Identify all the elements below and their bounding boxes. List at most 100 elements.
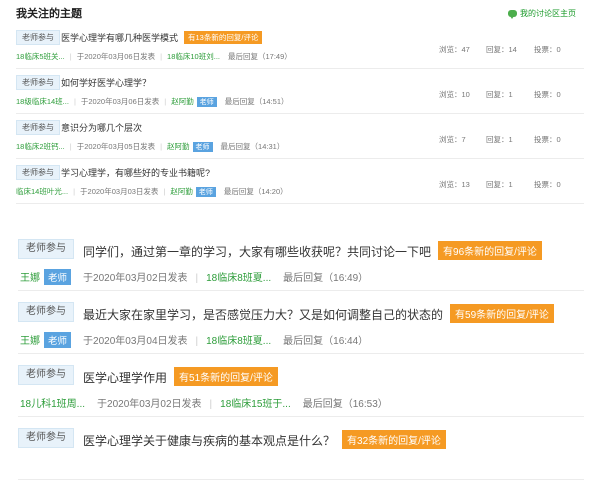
topic-title-line: 医学心理学有哪几种医学模式 有13条新的回复/评论 — [61, 31, 263, 44]
votes-label: 投票： — [534, 135, 557, 144]
views-count: 浏览：10 — [439, 89, 486, 100]
votes-count: 投票：0 — [534, 179, 561, 190]
last-reply-time: 最后回复（16:44） — [283, 336, 369, 347]
replies-value: 1 — [508, 180, 513, 189]
post-date: 于2020年03月03日发表 — [80, 187, 159, 196]
votes-label: 投票： — [534, 45, 557, 54]
topic-title-link[interactable]: 医学心理学有哪几种医学模式 — [61, 33, 178, 43]
topic-meta: 18级临床14班... | 于2020年03月06日发表 | 赵阿勤 老师 最后回复（14:… — [16, 96, 289, 107]
last-replier-link[interactable]: 18临床10班刘... — [167, 52, 220, 61]
topic-title-link[interactable]: 意识分为哪几个层次 — [61, 123, 142, 133]
topic-title-link[interactable]: 医学心理学作用 — [83, 371, 167, 385]
post-date: 于2020年03月05日发表 — [76, 142, 156, 151]
author-link[interactable]: 18临床5班关... — [16, 52, 65, 61]
last-replier-link[interactable]: 18临床15班于... — [220, 399, 291, 410]
post-date: 于2020年03月04日发表 — [83, 336, 188, 347]
separator: | — [69, 52, 72, 61]
last-replier-link[interactable]: 赵阿勤 — [170, 187, 193, 196]
views-count: 浏览：13 — [439, 179, 486, 190]
new-replies-badge[interactable]: 有13条新的回复/评论 — [184, 31, 263, 44]
topic-title-link[interactable]: 同学们，通过第一章的学习，大家有哪些收获呢？共同讨论一下吧 — [83, 245, 431, 259]
teacher-badge: 老师 — [195, 187, 216, 197]
topic-row: 老师参与 最近大家在家里学习，是否感觉压力大？又是如何调整自己的状态的 有59条新的… — [18, 291, 584, 354]
followed-topic-list: 老师参与 医学心理学有哪几种医学模式 有13条新的回复/评论 18临床5班关... | 于… — [16, 24, 584, 204]
views-count: 浏览：7 — [439, 134, 486, 145]
separator: | — [195, 273, 199, 284]
teacher-badge: 老师 — [196, 97, 217, 107]
topic-title-link[interactable]: 最近大家在家里学习，是否感觉压力大？又是如何调整自己的状态的 — [83, 308, 443, 322]
new-replies-badge[interactable]: 有51条新的回复/评论 — [174, 367, 278, 386]
topic-row: 老师参与 医学心理学作用 有51条新的回复/评论 18儿科1班周... 于2020年03… — [18, 354, 584, 417]
topic-row: 老师参与 如何学好医学心理学？ 18级临床14班... | 于2020年03月06日发表… — [16, 69, 584, 114]
topic-title-line: 最近大家在家里学习，是否感觉压力大？又是如何调整自己的状态的 有59条新的回复/评… — [83, 304, 554, 323]
views-value: 10 — [461, 90, 470, 99]
replies-label: 回复： — [486, 90, 509, 99]
my-discussion-home-link[interactable]: 我的讨论区主页 — [508, 8, 576, 19]
last-replier-link[interactable]: 赵阿勤 — [167, 142, 190, 151]
views-label: 浏览： — [439, 90, 462, 99]
topic-title-link[interactable]: 学习心理学，有哪些好的专业书籍呢? — [61, 168, 210, 178]
separator: | — [163, 187, 166, 196]
views-value: 13 — [461, 180, 470, 189]
topic-meta: 18儿科1班周... 于2020年03月02日发表 | 18临床15班于... 最后回复… — [20, 395, 388, 410]
author-link[interactable]: 王娜 — [20, 336, 40, 347]
author-link[interactable]: 临床14班叶光... — [16, 187, 68, 196]
topic-title-link[interactable]: 医学心理学关于健康与疾病的基本观点是什么？ — [83, 434, 335, 448]
post-date: 于2020年03月02日发表 — [83, 273, 188, 284]
topic-meta: 王娜 老师 于2020年03月04日发表 | 18临床8班夏... 最后回复（16:44） — [20, 332, 368, 348]
teacher-participated-tag: 老师参与 — [18, 239, 74, 259]
chat-bubble-icon — [508, 10, 517, 19]
topic-meta: 18临床2班钙... | 于2020年03月05日发表 | 赵阿勤 老师 最后回复（14:3… — [16, 141, 284, 152]
author-link[interactable]: 王娜 — [20, 273, 40, 284]
teacher-participated-tag: 老师参与 — [18, 428, 74, 448]
votes-count: 投票：0 — [534, 44, 561, 55]
topic-stats: 浏览：13 回复：1 投票：0 — [439, 179, 561, 190]
topic-meta: 临床14班叶光... | 于2020年03月03日发表 | 赵阿勤 老师 最后回复（14:2… — [16, 186, 288, 197]
votes-value: 0 — [556, 45, 561, 54]
post-date: 于2020年03月02日发表 — [97, 399, 202, 410]
topic-meta: 王娜 老师 于2020年03月02日发表 | 18临床8班夏... 最后回复（16:49） — [20, 269, 368, 285]
last-replier-link[interactable]: 18临床8班夏... — [206, 336, 271, 347]
topic-list: 老师参与 同学们，通过第一章的学习，大家有哪些收获呢？共同讨论一下吧 有96条新的回… — [18, 228, 584, 480]
author-link[interactable]: 18儿科1班周... — [20, 399, 85, 410]
separator: | — [69, 142, 72, 151]
votes-count: 投票：0 — [534, 89, 561, 100]
views-label: 浏览： — [439, 180, 462, 189]
votes-value: 0 — [556, 90, 561, 99]
last-reply-time: 最后回复（16:53） — [302, 399, 388, 410]
topic-row: 老师参与 意识分为哪几个层次 18临床2班钙... | 于2020年03月05日发表 | 赵… — [16, 114, 584, 159]
votes-value: 0 — [556, 180, 561, 189]
topic-row: 老师参与 医学心理学有哪几种医学模式 有13条新的回复/评论 18临床5班关... | 于… — [16, 24, 584, 69]
new-replies-badge[interactable]: 有59条新的回复/评论 — [450, 304, 554, 323]
separator: | — [195, 336, 199, 347]
views-count: 浏览：47 — [439, 44, 486, 55]
replies-value: 1 — [508, 90, 513, 99]
separator: | — [73, 187, 76, 196]
post-date: 于2020年03月06日发表 — [76, 52, 156, 61]
separator: | — [160, 142, 163, 151]
teacher-participated-tag: 老师参与 — [16, 120, 60, 135]
separator: | — [164, 97, 167, 106]
author-link[interactable]: 18级临床14班... — [16, 97, 69, 106]
topic-title-link[interactable]: 如何学好医学心理学？ — [61, 78, 151, 88]
topic-title-line: 医学心理学作用 有51条新的回复/评论 — [83, 367, 278, 386]
votes-label: 投票： — [534, 180, 557, 189]
topic-row: 老师参与 学习心理学，有哪些好的专业书籍呢? 临床14班叶光... | 于2020年03… — [16, 159, 584, 204]
views-value: 7 — [461, 135, 466, 144]
replies-label: 回复： — [486, 180, 509, 189]
author-link[interactable]: 18临床2班钙... — [16, 142, 65, 151]
teacher-badge: 老师 — [192, 142, 213, 152]
teacher-participated-tag: 老师参与 — [18, 302, 74, 322]
replies-value: 1 — [508, 135, 513, 144]
teacher-participated-tag: 老师参与 — [16, 30, 60, 45]
replies-count: 回复：14 — [486, 44, 534, 55]
last-replier-link[interactable]: 18临床8班夏... — [206, 273, 271, 284]
new-replies-badge[interactable]: 有96条新的回复/评论 — [438, 241, 542, 260]
replies-value: 14 — [508, 45, 517, 54]
teacher-participated-tag: 老师参与 — [18, 365, 74, 385]
last-replier-link[interactable]: 赵阿勤 — [171, 97, 194, 106]
new-replies-badge[interactable]: 有32条新的回复/评论 — [342, 430, 446, 449]
topic-title-line: 如何学好医学心理学？ — [61, 76, 151, 89]
teacher-participated-tag: 老师参与 — [16, 75, 60, 90]
votes-count: 投票：0 — [534, 134, 561, 145]
